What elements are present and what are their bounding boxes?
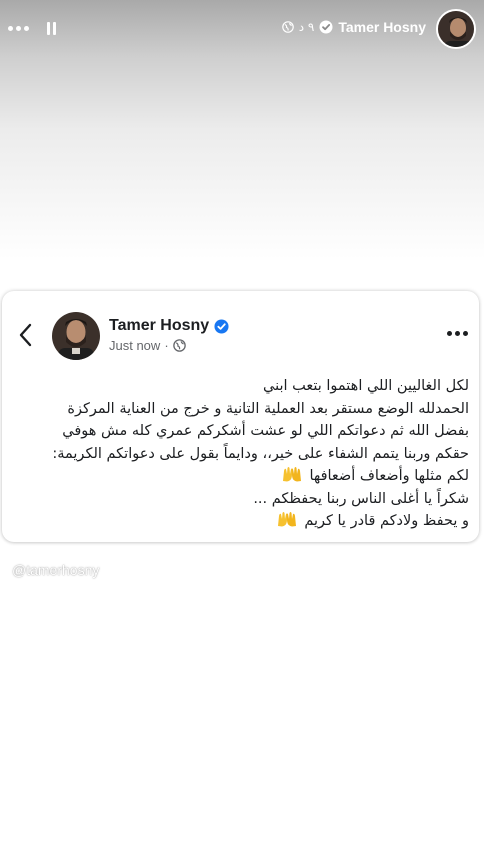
watermark: @tamerhosny [12,562,100,578]
post-card: Tamer Hosny Just now · لكل الغاليين اللي… [2,291,479,542]
raising-hands-emoji [277,512,296,527]
post-line-text: و يحفظ ولادكم قادر يا كريم [304,513,469,529]
post-line: الحمدلله الوضع مستقر بعد العملية التانية… [67,400,469,417]
post-line-with-emoji: و يحفظ ولادكم قادر يا كريم [11,510,469,533]
globe-icon [281,21,294,33]
raising-hands-emoji [282,467,301,482]
post-line-with-emoji: لكم مثلها وأضعاف أضعافها [11,465,469,488]
verified-badge-icon [319,20,333,34]
meta-separator: · [164,338,169,353]
post-line: لكل الغاليين اللي اهتموا بتعب ابني [263,378,469,394]
post-line-text: لكم مثلها وأضعاف أضعافها [309,468,469,484]
pause-icon[interactable] [47,21,56,35]
verified-badge-icon [214,318,229,334]
post-author: Tamer Hosny [109,317,229,335]
post-avatar[interactable] [52,312,100,360]
post-timestamp[interactable]: Just now [109,338,160,353]
story-time: ٩ د [298,20,315,34]
story-author-name[interactable]: Tamer Hosny [338,19,426,35]
avatar[interactable] [436,9,476,49]
post-body: لكل الغاليين اللي اهتموا بتعب ابني الحمد… [11,375,469,533]
back-chevron-icon[interactable] [16,322,36,348]
more-dots-icon[interactable] [8,25,29,31]
post-line: بفضل الله ثم دعواتكم اللي لو عشت أشكركم … [62,423,469,439]
story-header: ٩ د Tamer Hosny [0,0,484,60]
more-dots-icon[interactable] [447,331,468,336]
post-line: شكراً يا أغلى الناس ربنا يحفظكم ... [253,490,469,507]
story-author-info: ٩ د Tamer Hosny [281,16,426,38]
post-line: حقكم وربنا يتمم الشفاء على خير،، ودايماً… [52,445,469,462]
post-meta: Just now · [109,338,186,353]
globe-icon [172,339,186,352]
story-controls [8,18,56,38]
post-author-name[interactable]: Tamer Hosny [109,317,209,335]
